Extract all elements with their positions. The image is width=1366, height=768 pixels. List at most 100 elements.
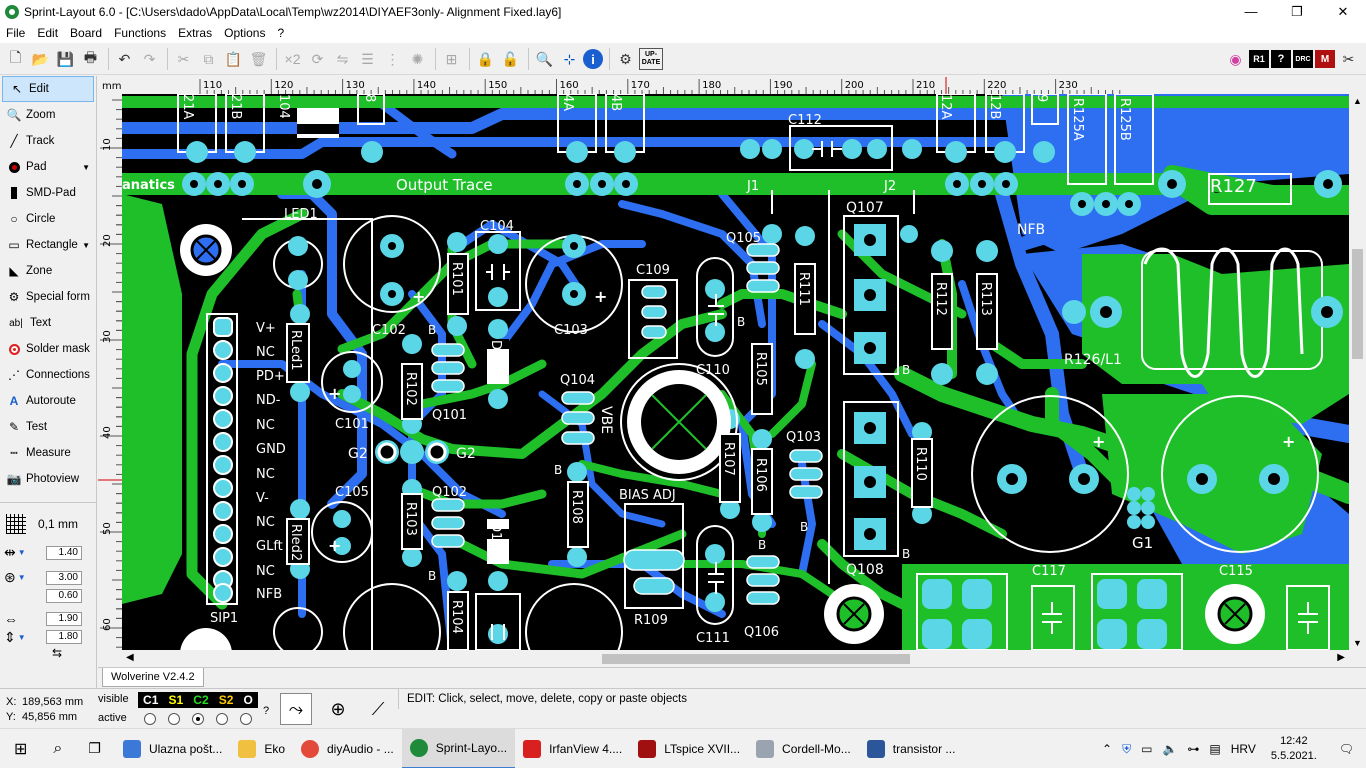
maximize-button[interactable]: ❐ [1274,0,1320,23]
info-icon[interactable]: i [583,49,603,69]
ratsnest-button[interactable]: ⤳ [280,693,312,725]
menu-functions[interactable]: Functions [108,26,172,40]
cut-icon[interactable]: ✂ [172,47,195,71]
tool-connections[interactable]: ⋰ Connections [0,362,96,388]
r1-button[interactable]: R1 [1249,50,1269,68]
active-radio-s2[interactable] [216,713,228,725]
group-icon[interactable]: ⊞ [440,47,463,71]
duplicate-icon[interactable]: ×2 [281,47,304,71]
taskbar-item-mail[interactable]: Ulazna pošt... [115,729,230,768]
dropdown-arrow-icon[interactable]: ▼ [82,163,90,172]
battery-icon[interactable]: ▭ [1136,742,1157,756]
start-button[interactable]: ⊞ [0,729,41,768]
pad-inner-input[interactable]: 0.60 [46,589,82,603]
tool-zone[interactable]: ◣ Zone [0,258,96,284]
tool-test[interactable]: ✎ Test [0,414,96,440]
vertical-scroll-thumb[interactable] [1352,249,1363,359]
horizontal-scrollbar[interactable]: ◀ ▶ [122,650,1349,667]
open-folder-icon[interactable]: 📂 [29,47,52,71]
smd-height-input[interactable]: 1.80 [46,630,82,644]
taskbar-item-sprint-layout[interactable]: Sprint-Layo... [401,728,516,768]
pcb-board[interactable]: anatics Output Trace LED1 C104 C102 C103… [122,94,1349,650]
delete-icon[interactable]: 🗑 [247,47,270,71]
layer-c1[interactable]: C1 [143,693,158,707]
active-radio-o[interactable] [240,713,252,725]
tool-rectangle[interactable]: ▭ Rectangle ▼ [0,232,96,258]
active-radio-c1[interactable] [144,713,156,725]
m-button[interactable]: M [1315,50,1335,68]
network-icon[interactable]: ⊶ [1182,742,1204,756]
tool-edit[interactable]: ↖ Edit [2,76,94,102]
layer-help[interactable]: ? [263,705,269,717]
distribute-icon[interactable]: ⋮ [381,47,404,71]
layer-o[interactable]: O [244,693,253,707]
new-file-icon[interactable]: 🗋 [4,47,27,71]
crosshair-button[interactable]: ⊕ [322,693,354,725]
grid-selector[interactable]: 0,1 mm [0,502,96,536]
pad-outer-input[interactable]: 3.00 [46,570,82,585]
print-icon[interactable]: 🖶 [79,47,102,71]
rotate-icon[interactable]: ⟳ [306,47,329,71]
help-icon[interactable]: ? [1271,50,1291,68]
close-button[interactable]: ✕ [1320,0,1366,23]
taskbar-item-ltspice[interactable]: LTspice XVII... [630,729,748,768]
scroll-down-icon[interactable]: ▼ [1353,638,1362,648]
menu-options[interactable]: Options [218,26,271,40]
volume-icon[interactable]: 🔈 [1157,742,1182,756]
tool-photoview[interactable]: 📷 Photoview [0,466,96,492]
redo-icon[interactable]: ↷ [138,47,161,71]
track-width-input[interactable]: 1.40 [46,545,82,560]
copy-icon[interactable]: ⧉ [197,47,220,71]
taskbar-item-explorer[interactable]: Eko [230,729,293,768]
tool-solder-mask[interactable]: Solder mask [0,336,96,362]
paste-icon[interactable]: 📋 [222,47,245,71]
settings-gear-icon[interactable]: ⚙ [614,47,637,71]
layer-c2[interactable]: C2 [193,693,208,707]
update-button[interactable]: UP-DATE [639,48,663,70]
drc-button[interactable]: DRC [1293,50,1313,68]
language-indicator[interactable]: HRV [1226,742,1261,756]
tool-text[interactable]: ab| Text [0,310,96,336]
macro-icon[interactable]: ◉ [1224,47,1247,71]
tool-pad[interactable]: Pad ▼ [0,154,96,180]
tool-zoom[interactable]: 🔍 Zoom [0,102,96,128]
layer-s2[interactable]: S2 [219,693,234,707]
taskbar-item-irfanview[interactable]: IrfanView 4.... [515,729,630,768]
search-button[interactable]: ⌕ [41,729,74,768]
zoom-icon[interactable]: 🔍 [533,47,556,71]
minimize-button[interactable]: — [1228,0,1274,23]
undo-icon[interactable]: ↶ [113,47,136,71]
task-view-button[interactable]: ❐ [74,729,115,768]
tray-chevron-icon[interactable]: ⌃ [1097,742,1117,756]
layer-s1[interactable]: S1 [169,693,184,707]
taskbar-item-cordell[interactable]: Cordell-Mo... [748,729,859,768]
menu-edit[interactable]: Edit [31,26,64,40]
snap-icon[interactable]: ✺ [406,47,429,71]
scissors-tool-icon[interactable]: ✂ [1337,47,1360,71]
pcb-canvas[interactable]: anatics Output Trace LED1 C104 C102 C103… [122,94,1349,650]
mirror-icon[interactable]: ⇋ [331,47,354,71]
scroll-left-icon[interactable]: ◀ [126,652,134,663]
taskbar-item-chrome[interactable]: diyAudio - ... [293,729,402,768]
align-icon[interactable]: ☰ [356,47,379,71]
active-radio-s1[interactable] [168,713,180,725]
notification-icon[interactable]: 🗨 [1327,742,1366,756]
tray-app-icon[interactable]: ⛨ [1117,742,1136,757]
unlock-icon[interactable]: 🔓 [499,47,522,71]
scroll-right-icon[interactable]: ▶ [1337,652,1345,663]
vertical-scrollbar[interactable]: ▲ ▼ [1349,94,1366,650]
scroll-up-icon[interactable]: ▲ [1353,96,1362,106]
lock-icon[interactable]: 🔒 [474,47,497,71]
tool-autoroute[interactable]: A Autoroute [0,388,96,414]
tool-measure[interactable]: ┉ Measure [0,440,96,466]
tool-circle[interactable]: ○ Circle [0,206,96,232]
menu-board[interactable]: Board [64,26,108,40]
tool-track[interactable]: ╱ Track [0,128,96,154]
swap-icon[interactable]: ⇆ [52,646,62,660]
menu-help[interactable]: ? [271,26,290,40]
taskbar-item-word[interactable]: transistor ... [859,729,964,768]
tool-smd-pad[interactable]: SMD-Pad [0,180,96,206]
menu-extras[interactable]: Extras [172,26,218,40]
save-icon[interactable]: 💾 [54,47,77,71]
tray-misc-icon[interactable]: ▤ [1204,742,1225,756]
